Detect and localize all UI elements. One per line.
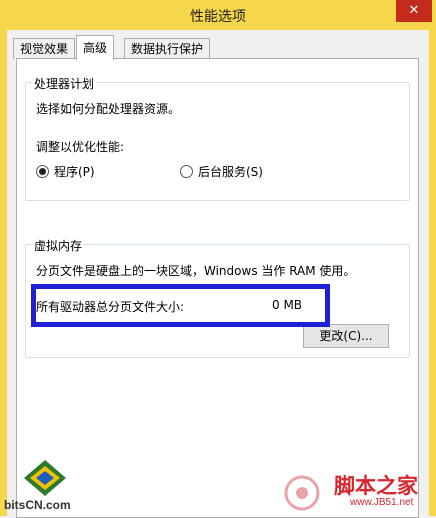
processor-description: 选择如何分配处理器资源。 [36, 102, 181, 116]
radio-background-services-label[interactable]: 后台服务(S) [198, 163, 263, 180]
window-frame-left [0, 30, 7, 516]
tab-visual-effects[interactable]: 视觉效果 [13, 38, 76, 59]
radio-background-services[interactable] [180, 165, 193, 178]
radio-programs-label[interactable]: 程序(P) [54, 163, 95, 180]
window-frame-right [429, 30, 436, 516]
jb51-watermark-title: 脚本之家 [334, 475, 418, 498]
bitscn-logo-icon [24, 460, 66, 496]
tab-advanced[interactable]: 高级 [76, 35, 115, 60]
jb51-logo-icon [284, 475, 320, 511]
tab-data-execution-prevention[interactable]: 数据执行保护 [124, 38, 211, 59]
window-title: 性能选项 [190, 9, 246, 25]
bitscn-watermark-text: bitsCN.com [4, 498, 71, 512]
title-bar: 性能选项 ✕ [0, 0, 436, 30]
close-icon: ✕ [408, 3, 420, 18]
virtual-memory-description: 分页文件是硬盘上的一块区域，Windows 当作 RAM 使用。 [36, 264, 356, 278]
virtual-memory-legend: 虚拟内存 [32, 237, 85, 254]
radio-programs[interactable] [36, 165, 49, 178]
jb51-watermark-url: www.JB51.net [350, 497, 414, 508]
highlight-box [31, 284, 330, 327]
processor-scheduling-group: 处理器计划 选择如何分配处理器资源。 调整以优化性能: 程序(P) 后台服务(S… [25, 75, 410, 201]
close-button[interactable]: ✕ [396, 0, 432, 22]
change-button[interactable]: 更改(C)... [303, 324, 389, 348]
processor-scheduling-legend: 处理器计划 [32, 75, 97, 92]
advanced-tab-panel: 处理器计划 选择如何分配处理器资源。 调整以优化性能: 程序(P) 后台服务(S… [16, 58, 419, 518]
dialog-client: 视觉效果 高级 数据执行保护 处理器计划 选择如何分配处理器资源。 调整以优化性… [7, 30, 429, 518]
adjust-performance-label: 调整以优化性能: [36, 140, 125, 154]
radio-selected-dot [39, 168, 46, 175]
